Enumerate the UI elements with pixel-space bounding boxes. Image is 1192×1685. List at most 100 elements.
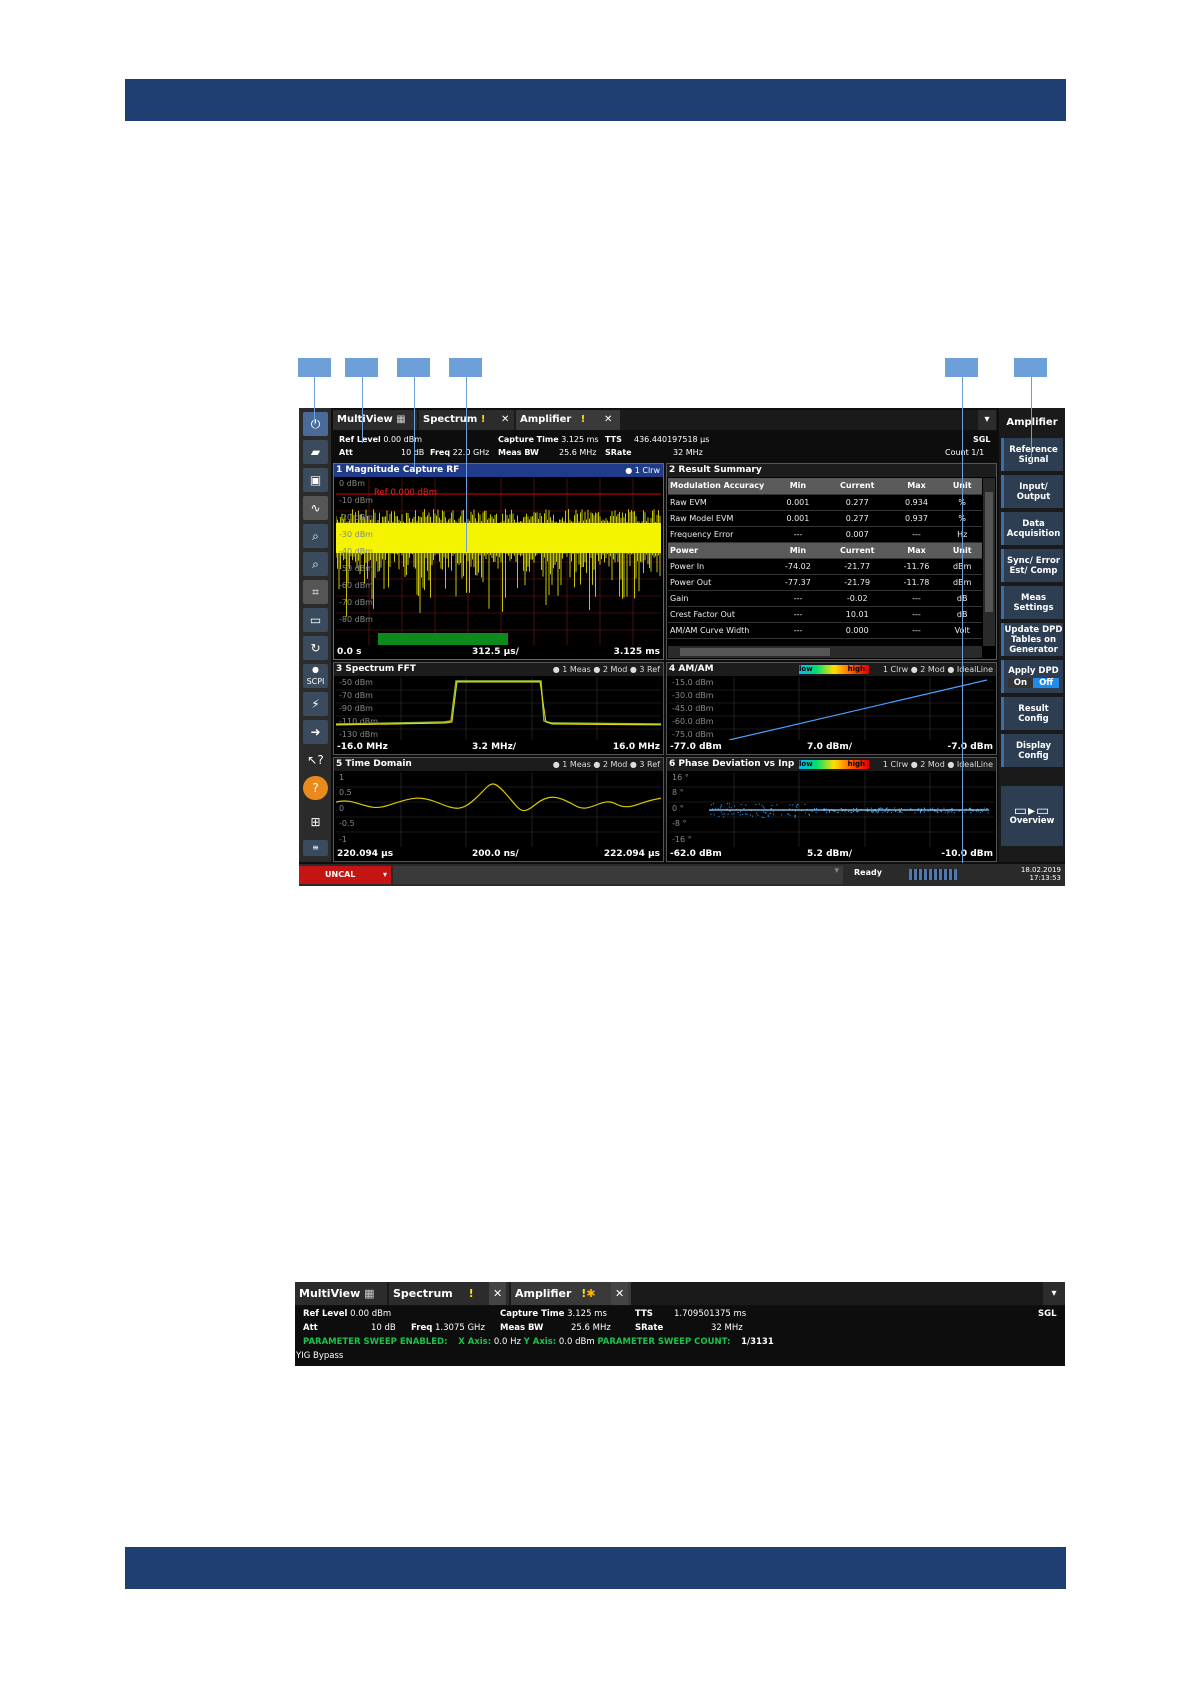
scatter-point [850, 811, 852, 813]
export-icon[interactable]: ➜ [303, 720, 328, 744]
phase-deviation-panel[interactable]: 6 Phase Deviation vs Inp low high 1 Clrw … [666, 757, 997, 862]
scatter-point [796, 806, 798, 808]
zoom-off-icon[interactable]: ⌗ [303, 580, 328, 604]
zoom-icon[interactable]: ⌕ [303, 524, 328, 548]
warning-icon: ! [580, 414, 586, 425]
close-icon[interactable]: ✕ [501, 410, 509, 430]
tab-spectrum[interactable]: Spectrum ! ✕ [389, 1282, 509, 1305]
scatter-point [858, 810, 860, 812]
toggle-on[interactable]: On [1007, 677, 1034, 688]
x-div: 5.2 dBm/ [807, 849, 853, 859]
tab-multiview[interactable]: MultiView ▦ [295, 1282, 387, 1305]
windows-icon[interactable]: ⊞ [303, 810, 328, 834]
close-icon[interactable]: ✕ [611, 1282, 629, 1305]
tab-bar: MultiView ▦ Spectrum ! ✕ Amplifier ! ✕ ▾ [333, 410, 997, 430]
colorbar-low: low [799, 760, 813, 768]
callout-marker-1 [298, 358, 331, 377]
phase-deviation-svg [669, 772, 994, 847]
spectrum-fft-panel[interactable]: 3 Spectrum FFT ● 1 Meas ● 2 Mod ● 3 Ref -… [333, 662, 664, 755]
y-tick-label: 16 ° [672, 773, 689, 782]
result-summary-panel[interactable]: 2 Result Summary Modulation Accuracy Min C… [666, 463, 997, 660]
srate-value: 32 MHz [711, 1323, 743, 1333]
row-label: Power Out [668, 574, 772, 591]
input-output-softkey[interactable]: Input/ Output [1001, 475, 1063, 508]
magnitude-capture-panel[interactable]: 1 Magnitude Capture RF ● 1 Clrw Ref 0.000… [333, 463, 664, 660]
apply-dpd-softkey[interactable]: Apply DPD On Off [1001, 660, 1063, 693]
scatter-point [771, 804, 773, 806]
measurement-info-bar: Ref Level 0.00 dBm Att 10 dB Freq 22.0 G… [333, 432, 997, 462]
scatter-point [723, 816, 725, 818]
softkey-label: Sync/ Error Est/ Comp [1006, 555, 1061, 576]
panel-title: 1 Magnitude Capture RF ● 1 Clrw [334, 464, 663, 477]
update-dpd-tables-softkey[interactable]: Update DPD Tables on Generator [1001, 623, 1063, 656]
close-icon[interactable]: ✕ [489, 1282, 507, 1305]
scatter-point [884, 811, 886, 812]
x-start: 220.094 µs [337, 849, 394, 859]
y-tick-label: -30 dBm [339, 530, 373, 539]
message-field[interactable]: ▾ [393, 866, 843, 884]
help-pointer-icon[interactable]: ↖? [303, 748, 328, 772]
sequencer-icon[interactable]: ⚡ [303, 692, 328, 716]
status-bar: UNCAL ▾ ▾ Ready 18.02.2019 17:13:53 [299, 864, 1065, 886]
uncal-label: UNCAL [325, 870, 356, 879]
result-row: Power Out-77.37-21.79-11.78dBm [668, 574, 982, 591]
scatter-point [901, 808, 902, 809]
power-icon[interactable]: ⏻ [303, 412, 328, 436]
overview-softkey[interactable]: ▭▸▭ Overview [1001, 786, 1063, 846]
parameter-sweep-label: PARAMETER SWEEP ENABLED: [303, 1337, 448, 1347]
scatter-point [836, 812, 838, 814]
scatter-point [722, 813, 724, 815]
time-domain-panel[interactable]: 5 Time Domain ● 1 Meas ● 2 Mod ● 3 Ref 1 0… [333, 757, 664, 862]
scatter-point [853, 810, 854, 812]
marker-icon[interactable]: ∿ [303, 496, 328, 520]
tab-multiview[interactable]: MultiView ▦ [333, 410, 417, 430]
display-icon[interactable]: ▭ [303, 608, 328, 632]
tab-amplifier[interactable]: Amplifier !✱ ✕ [511, 1282, 631, 1305]
am-am-panel[interactable]: 4 AM/AM low high 1 Clrw ● 2 Mod ● IdealLi… [666, 662, 997, 755]
display-config-softkey[interactable]: Display Config [1001, 734, 1063, 767]
sweep-count-value: 1/3131 [741, 1337, 774, 1347]
scatter-point [795, 815, 797, 817]
expand-icon[interactable]: ≡ [303, 840, 328, 856]
help-icon[interactable]: ? [303, 776, 328, 800]
scatter-point [745, 813, 747, 815]
sync-error-est-softkey[interactable]: Sync/ Error Est/ Comp [1001, 549, 1063, 582]
meas-settings-softkey[interactable]: Meas Settings [1001, 586, 1063, 619]
count-value: Count 1/1 [945, 448, 985, 457]
scatter-point [848, 810, 849, 812]
close-icon[interactable]: ✕ [604, 410, 612, 430]
scatter-point [871, 811, 873, 813]
y-tick-label: -50 dBm [339, 564, 373, 573]
y-tick-label: -130 dBm [339, 730, 379, 739]
row-label: Power In [668, 558, 772, 575]
tab-dropdown-icon[interactable]: ▾ [978, 410, 996, 430]
result-config-softkey[interactable]: Result Config [1001, 697, 1063, 730]
vertical-scrollbar[interactable] [983, 478, 995, 646]
callout-marker-4 [449, 358, 482, 377]
scatter-point [816, 807, 817, 809]
ref-level-label: Ref Level [303, 1309, 348, 1319]
x-axis-label: X Axis: [458, 1337, 492, 1347]
tab-amplifier[interactable]: Amplifier ! ✕ [516, 410, 620, 430]
scatter-point [891, 812, 892, 813]
scatter-point [900, 811, 902, 813]
horizontal-scrollbar[interactable] [668, 646, 982, 658]
save-icon[interactable]: ▣ [303, 468, 328, 492]
freq-value: 22.0 GHz [452, 448, 490, 457]
capture-time-label: Capture Time [498, 435, 559, 444]
multi-zoom-icon[interactable]: ⌕ [303, 552, 328, 576]
refresh-icon[interactable]: ↻ [303, 636, 328, 660]
data-acquisition-softkey[interactable]: Data Acquisition [1001, 512, 1063, 545]
scpi-icon[interactable]: ● SCPI [303, 664, 328, 688]
tab-dropdown-icon[interactable]: ▾ [1043, 1282, 1065, 1305]
y-tick-label: -90 dBm [339, 704, 373, 713]
toggle-off[interactable]: Off [1033, 677, 1060, 688]
y-tick-label: -10 dBm [339, 496, 373, 505]
open-folder-icon[interactable]: ▰ [303, 440, 328, 464]
x-stop: 222.094 µs [603, 849, 660, 859]
uncal-indicator[interactable]: UNCAL ▾ [299, 866, 391, 884]
apply-dpd-toggle[interactable]: On Off [1007, 677, 1060, 688]
callout-marker-5 [945, 358, 978, 377]
scatter-point [983, 807, 985, 809]
reference-signal-softkey[interactable]: Reference Signal [1001, 438, 1063, 471]
